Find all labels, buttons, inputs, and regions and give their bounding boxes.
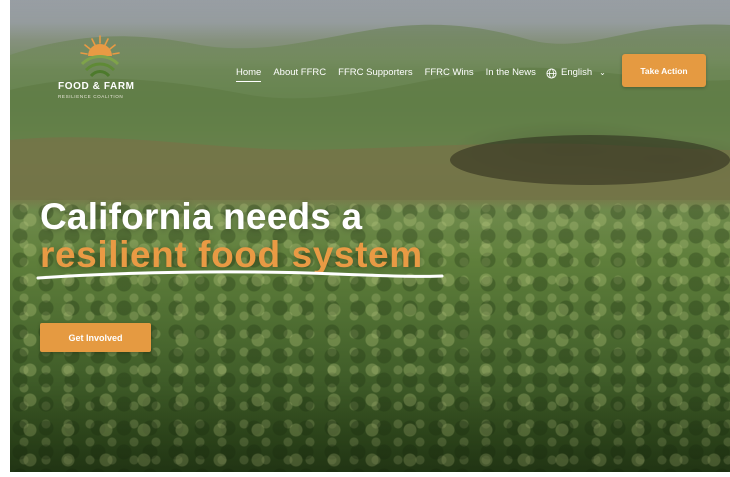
language-label: English	[561, 67, 593, 78]
chevron-down-icon: ⌄	[599, 68, 606, 77]
hero-background: FOOD & FARM RESILIENCE COALITION Home Ab…	[10, 0, 730, 472]
headline-underline-icon	[36, 270, 444, 280]
hero-headline-line1: California needs a	[40, 196, 363, 237]
globe-icon	[546, 67, 557, 79]
nav-supporters[interactable]: FFRC Supporters	[338, 66, 412, 80]
nav-home[interactable]: Home	[236, 66, 262, 82]
language-selector[interactable]: English ⌄	[546, 66, 606, 80]
brand-logo[interactable]: FOOD & FARM RESILIENCE COALITION	[58, 34, 142, 104]
sun-field-logo-icon	[80, 35, 120, 78]
nav-news[interactable]: In the News	[486, 66, 536, 80]
nav-wins[interactable]: FFRC Wins	[425, 66, 474, 80]
take-action-button[interactable]: Take Action	[622, 54, 706, 87]
nav-about[interactable]: About FFRC	[273, 66, 326, 80]
get-involved-button[interactable]: Get Involved	[40, 323, 151, 352]
main-nav: Home About FFRC FFRC Supporters FFRC Win…	[236, 66, 548, 82]
brand-name: FOOD & FARM	[58, 81, 135, 92]
brand-subtitle: RESILIENCE COALITION	[58, 94, 124, 99]
